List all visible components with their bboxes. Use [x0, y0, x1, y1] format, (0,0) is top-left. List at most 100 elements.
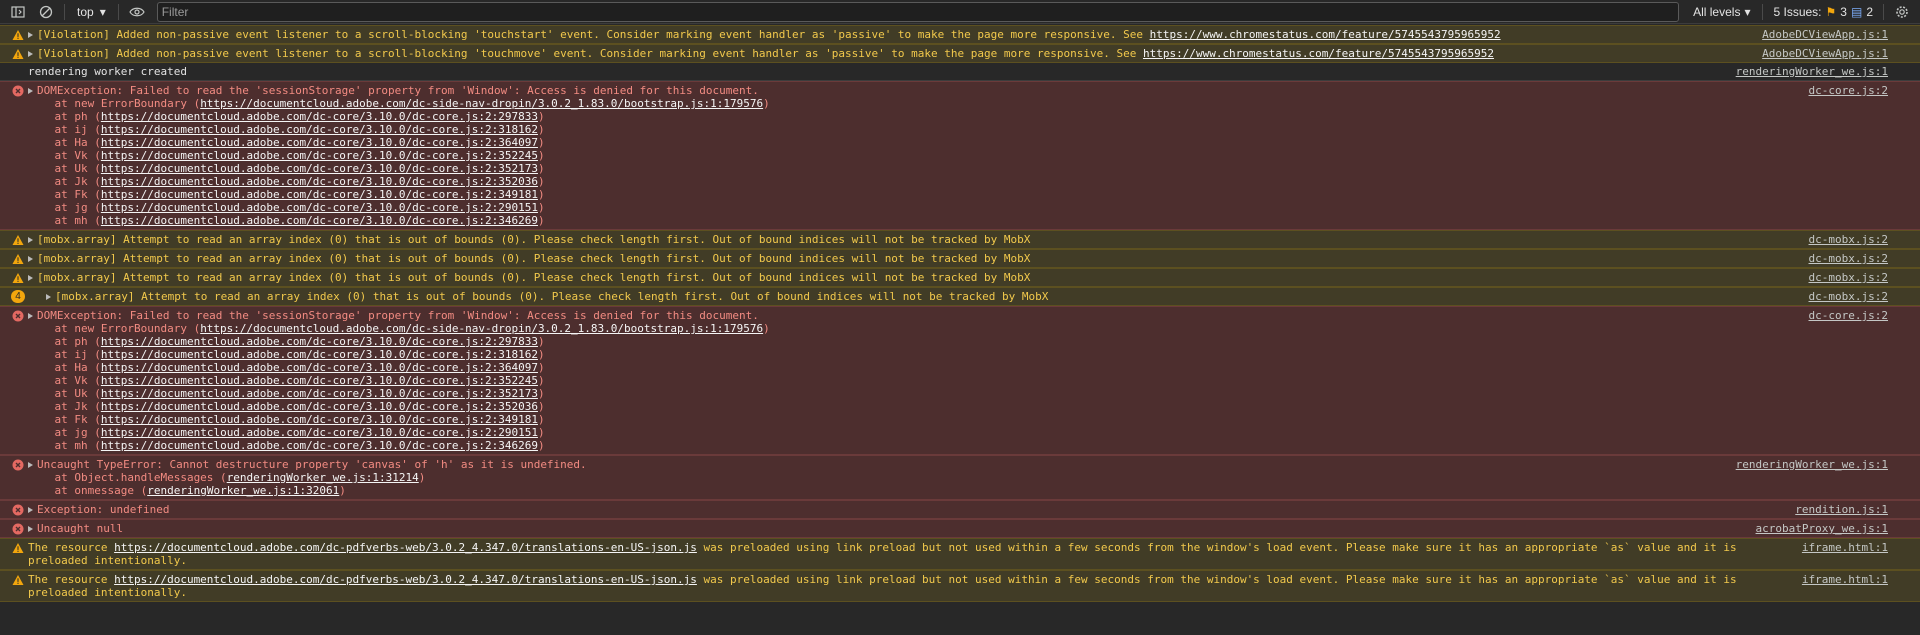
stack-frame: at jg (https://documentcloud.adobe.com/d…: [28, 426, 545, 439]
message-body: [Violation] Added non-passive event list…: [37, 47, 1143, 60]
stack-frame-link[interactable]: https://documentcloud.adobe.com/dc-core/…: [101, 188, 538, 201]
source-link[interactable]: dc-mobx.js:2: [1809, 233, 1888, 246]
source-link[interactable]: renderingWorker_we.js:1: [1736, 65, 1888, 78]
message-text: [Violation] Added non-passive event list…: [28, 28, 1501, 41]
stack-frame-link[interactable]: https://documentcloud.adobe.com/dc-core/…: [101, 361, 538, 374]
expand-triangle-icon[interactable]: [28, 88, 33, 94]
console-message[interactable]: The resource https://documentcloud.adobe…: [0, 570, 1920, 602]
console-message[interactable]: rendering worker created renderingWorker_…: [0, 63, 1920, 81]
stack-frame-link[interactable]: https://documentcloud.adobe.com/dc-core/…: [101, 400, 538, 413]
source-link[interactable]: dc-mobx.js:2: [1809, 252, 1888, 265]
stack-frame: at ij (https://documentcloud.adobe.com/d…: [28, 348, 545, 361]
stack-frame-link[interactable]: https://documentcloud.adobe.com/dc-core/…: [101, 136, 538, 149]
issues-button[interactable]: 5 Issues: ⚑ 3 ▤ 2: [1773, 5, 1873, 19]
stack-frame: at jg (https://documentcloud.adobe.com/d…: [28, 201, 545, 214]
console-message[interactable]: [Violation] Added non-passive event list…: [0, 25, 1920, 44]
expand-triangle-icon[interactable]: [28, 313, 33, 319]
expand-triangle-icon[interactable]: [28, 507, 33, 513]
expand-triangle-icon[interactable]: [28, 256, 33, 262]
source-link[interactable]: AdobeDCViewApp.js:1: [1762, 47, 1888, 60]
source-link[interactable]: dc-core.js:2: [1809, 309, 1888, 322]
issues-label: 5 Issues:: [1773, 4, 1822, 19]
stack-frame-link[interactable]: https://documentcloud.adobe.com/dc-core/…: [101, 335, 538, 348]
sidebar-toggle-icon[interactable]: [10, 4, 26, 20]
expand-triangle-icon[interactable]: [28, 462, 33, 468]
stack-frame: at Vk (https://documentcloud.adobe.com/d…: [28, 374, 545, 387]
stack-frame-link[interactable]: https://documentcloud.adobe.com/dc-core/…: [101, 162, 538, 175]
message-link[interactable]: https://www.chromestatus.com/feature/574…: [1150, 28, 1501, 41]
expand-triangle-icon[interactable]: [28, 51, 33, 57]
console-message[interactable]: [mobx.array] Attempt to read an array in…: [0, 230, 1920, 249]
toolbar-separator: [64, 3, 65, 20]
eye-icon[interactable]: [129, 4, 145, 20]
console-message[interactable]: Uncaught null acrobatProxy_we.js:1: [0, 519, 1920, 538]
stack-frame-name: at ph (: [28, 335, 101, 348]
stack-frame-link[interactable]: https://documentcloud.adobe.com/dc-core/…: [101, 149, 538, 162]
stack-frame-link[interactable]: https://documentcloud.adobe.com/dc-core/…: [101, 439, 538, 452]
source-link[interactable]: dc-core.js:2: [1809, 84, 1888, 97]
expand-triangle-icon[interactable]: [28, 237, 33, 243]
console-message[interactable]: Uncaught TypeError: Cannot destructure p…: [0, 455, 1920, 500]
message-link[interactable]: https://www.chromestatus.com/feature/574…: [1143, 47, 1494, 60]
stack-frame-link[interactable]: https://documentcloud.adobe.com/dc-core/…: [101, 214, 538, 227]
stack-frame: at ph (https://documentcloud.adobe.com/d…: [28, 110, 545, 123]
console-message[interactable]: [mobx.array] Attempt to read an array in…: [0, 268, 1920, 287]
console-message[interactable]: [Violation] Added non-passive event list…: [0, 44, 1920, 63]
expand-triangle-icon[interactable]: [28, 32, 33, 38]
message-body: [mobx.array] Attempt to read an array in…: [37, 233, 1031, 246]
stack-frame-link[interactable]: https://documentcloud.adobe.com/dc-core/…: [101, 387, 538, 400]
stack-frame-link[interactable]: https://documentcloud.adobe.com/dc-side-…: [200, 97, 763, 110]
stack-frame-link[interactable]: https://documentcloud.adobe.com/dc-core/…: [101, 175, 538, 188]
message-text: The resource https://documentcloud.adobe…: [28, 573, 1737, 599]
stack-frame: at ij (https://documentcloud.adobe.com/d…: [28, 123, 545, 136]
error-icon: [12, 459, 24, 471]
source-link[interactable]: iframe.html:1: [1802, 541, 1888, 554]
stack-frame-link[interactable]: https://documentcloud.adobe.com/dc-core/…: [101, 348, 538, 361]
expand-triangle-icon[interactable]: [28, 526, 33, 532]
console-message[interactable]: DOMException: Failed to read the 'sessio…: [0, 81, 1920, 230]
expand-triangle-icon[interactable]: [46, 294, 51, 300]
console-message[interactable]: DOMException: Failed to read the 'sessio…: [0, 306, 1920, 455]
source-link[interactable]: AdobeDCViewApp.js:1: [1762, 28, 1888, 41]
stack-frame: at Fk (https://documentcloud.adobe.com/d…: [28, 413, 545, 426]
console-message[interactable]: Exception: undefined rendition.js:1: [0, 500, 1920, 519]
expand-triangle-icon[interactable]: [28, 275, 33, 281]
stack-frame-link[interactable]: https://documentcloud.adobe.com/dc-core/…: [101, 374, 538, 387]
stack-frame-name: at jg (: [28, 426, 101, 439]
message-link[interactable]: https://documentcloud.adobe.com/dc-pdfve…: [114, 573, 697, 586]
stack-frame: at mh (https://documentcloud.adobe.com/d…: [28, 439, 545, 452]
stack-frame-name: at Uk (: [28, 162, 101, 175]
message-body: DOMException: Failed to read the 'sessio…: [37, 84, 759, 97]
console-message[interactable]: The resource https://documentcloud.adobe…: [0, 538, 1920, 570]
stack-frame-link[interactable]: https://documentcloud.adobe.com/dc-core/…: [101, 110, 538, 123]
source-link[interactable]: acrobatProxy_we.js:1: [1756, 522, 1888, 535]
source-link[interactable]: renderingWorker_we.js:1: [1736, 458, 1888, 471]
stack-frame-link[interactable]: https://documentcloud.adobe.com/dc-side-…: [200, 322, 763, 335]
stack-frame-link[interactable]: https://documentcloud.adobe.com/dc-core/…: [101, 123, 538, 136]
error-icon: [12, 310, 24, 322]
message-body: The resource: [28, 541, 115, 554]
message-text: [mobx.array] Attempt to read an array in…: [28, 233, 1030, 246]
stack-frame-link[interactable]: https://documentcloud.adobe.com/dc-core/…: [101, 201, 538, 214]
clear-console-icon[interactable]: [38, 4, 54, 20]
source-link[interactable]: dc-mobx.js:2: [1809, 290, 1888, 303]
filter-input[interactable]: [156, 1, 1680, 22]
stack-frame-name: at new ErrorBoundary (: [28, 322, 201, 335]
source-link[interactable]: iframe.html:1: [1802, 573, 1888, 586]
toolbar-separator: [1883, 3, 1884, 20]
source-link[interactable]: rendition.js:1: [1795, 503, 1888, 516]
gear-icon[interactable]: [1894, 4, 1910, 20]
repeat-count-badge: 4: [11, 290, 25, 303]
stack-frame-link[interactable]: renderingWorker_we.js:1:32061: [147, 484, 339, 497]
message-link[interactable]: https://documentcloud.adobe.com/dc-pdfve…: [114, 541, 697, 554]
log-levels-dropdown[interactable]: All levels ▾: [1693, 5, 1750, 19]
message-text: [mobx.array] Attempt to read an array in…: [28, 252, 1030, 265]
stack-frame-link[interactable]: https://documentcloud.adobe.com/dc-core/…: [101, 413, 538, 426]
context-selector[interactable]: top ▾: [77, 5, 106, 19]
stack-frame-link[interactable]: renderingWorker_we.js:1:31214: [227, 471, 419, 484]
source-link[interactable]: dc-mobx.js:2: [1809, 271, 1888, 284]
console-message[interactable]: [mobx.array] Attempt to read an array in…: [0, 249, 1920, 268]
console-message[interactable]: 4 [mobx.array] Attempt to read an array i…: [0, 287, 1920, 306]
stack-frame-name: at ph (: [28, 110, 101, 123]
stack-frame-link[interactable]: https://documentcloud.adobe.com/dc-core/…: [101, 426, 538, 439]
